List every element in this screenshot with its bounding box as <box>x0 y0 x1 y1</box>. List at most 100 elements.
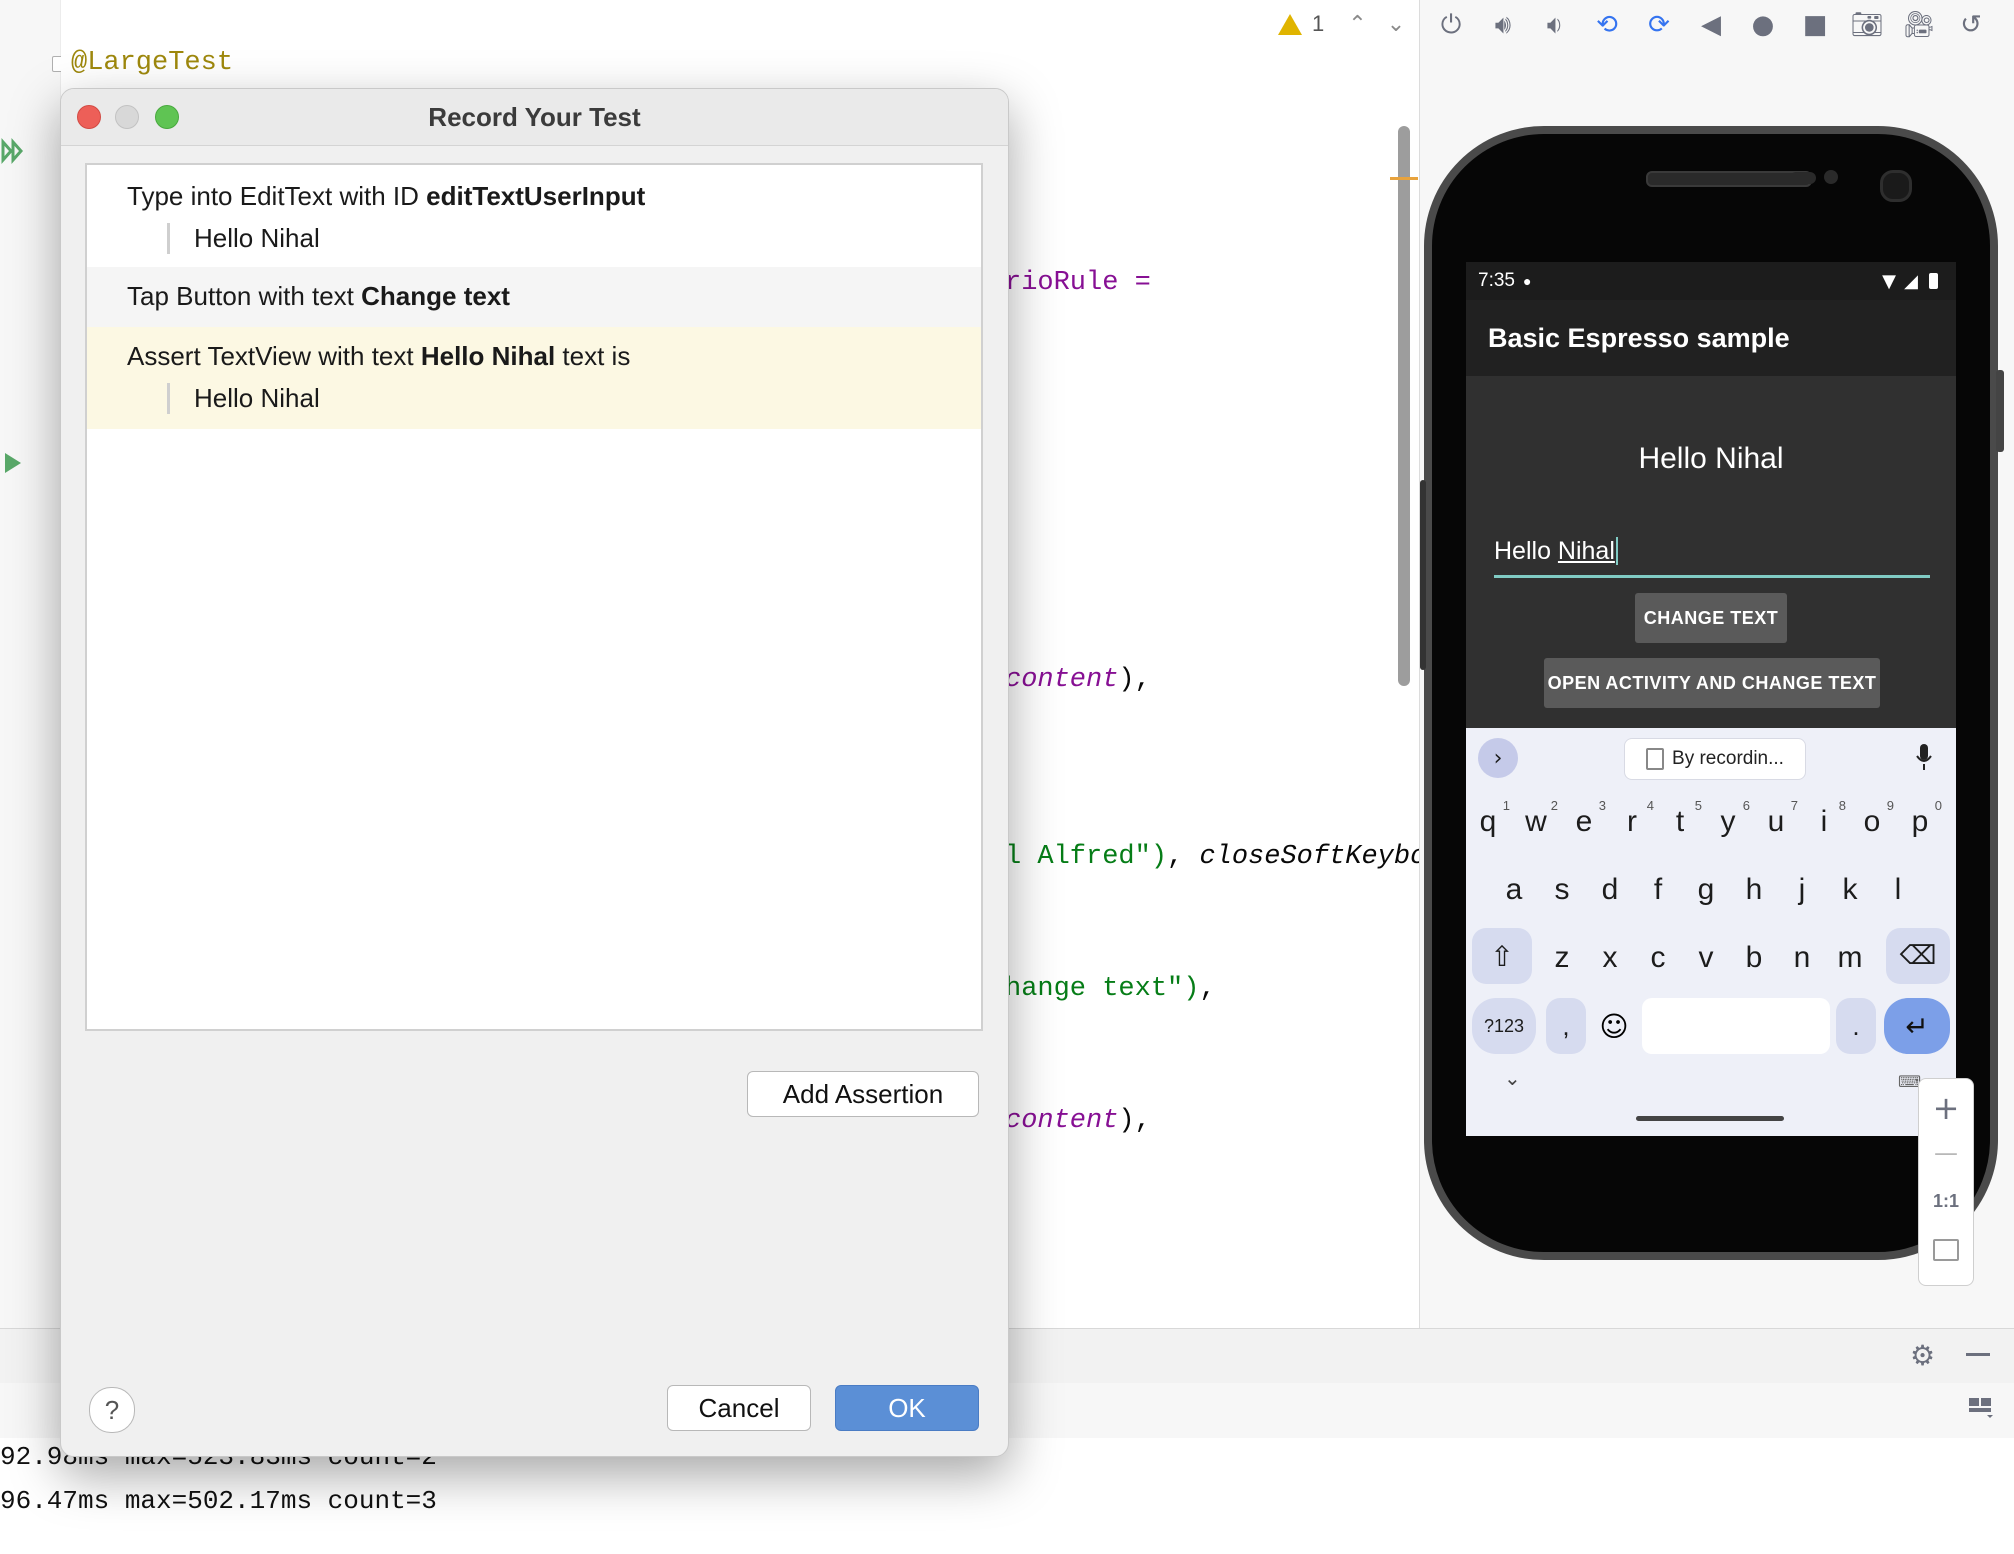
key-h[interactable]: h <box>1734 860 1774 920</box>
phone-camera <box>1880 170 1912 202</box>
key-o[interactable]: o9 <box>1852 792 1894 852</box>
key-a[interactable]: a <box>1494 860 1534 920</box>
zoom-controls: + — 1:1 <box>1918 1078 1974 1286</box>
screen-record-icon[interactable]: 🎥︎ <box>1900 7 1938 43</box>
key-u[interactable]: u7 <box>1756 792 1798 852</box>
run-test-icon[interactable] <box>2 450 24 476</box>
annotation-line: @LargeTest <box>71 48 234 78</box>
microphone-icon[interactable] <box>1914 740 1934 774</box>
add-assertion-button[interactable]: Add Assertion <box>747 1071 979 1117</box>
clipboard-suggestion[interactable]: By recordin... <box>1624 738 1806 780</box>
snapshot-icon[interactable]: ↺ <box>1952 7 1990 43</box>
step-target: editTextUserInput <box>426 181 646 211</box>
key-e[interactable]: e3 <box>1564 792 1606 852</box>
change-text-button[interactable]: CHANGE TEXT <box>1635 593 1787 643</box>
key-g[interactable]: g <box>1686 860 1726 920</box>
key-label: r <box>1627 805 1637 838</box>
key-label: o <box>1863 805 1881 838</box>
key-j[interactable]: j <box>1782 860 1822 920</box>
key-q[interactable]: q1 <box>1468 792 1510 852</box>
layout-options-icon[interactable] <box>1968 1397 1993 1418</box>
recorded-steps-list[interactable]: Type into EditText with ID editTextUserI… <box>85 163 983 1031</box>
shift-key[interactable]: ⇧ <box>1472 928 1532 984</box>
zoom-fit-icon[interactable] <box>1919 1239 1973 1265</box>
app-bar: Basic Espresso sample <box>1466 300 1956 376</box>
rotate-left-icon[interactable]: ⟲ <box>1588 7 1626 43</box>
symbols-key[interactable]: ?123 <box>1472 998 1536 1054</box>
space-key[interactable] <box>1642 998 1830 1054</box>
overview-icon[interactable]: ■ <box>1796 7 1834 43</box>
key-label: y <box>1720 805 1736 838</box>
gesture-nav-pill[interactable] <box>1636 1116 1784 1121</box>
status-time: 7:35 <box>1478 270 1515 291</box>
console-line: 96.47ms max=502.17ms count=3 <box>0 1486 437 1516</box>
key-label: p <box>1911 805 1929 838</box>
step-item-selected[interactable]: Assert TextView with text Hello Nihal te… <box>87 327 981 429</box>
open-activity-button[interactable]: OPEN ACTIVITY AND CHANGE TEXT <box>1544 658 1880 708</box>
back-icon[interactable]: ◀ <box>1692 7 1730 43</box>
editor-gutter <box>0 0 66 1328</box>
zoom-actual-size-icon[interactable]: 1:1 <box>1919 1191 1973 1212</box>
key-v[interactable]: v <box>1686 928 1726 988</box>
volume-up-icon[interactable]: 🔊︎ <box>1484 7 1522 43</box>
key-hint: 9 <box>1886 798 1894 813</box>
key-c[interactable]: c <box>1638 928 1678 988</box>
edit-text-user-input[interactable]: Hello Nihal <box>1494 537 1930 578</box>
more-icon[interactable]: » <box>2004 7 2014 43</box>
key-z[interactable]: z <box>1542 928 1582 988</box>
phone-speaker <box>1646 171 1812 187</box>
key-hint: 7 <box>1790 798 1798 813</box>
editor-scrollbar[interactable] <box>1398 126 1410 686</box>
key-n[interactable]: n <box>1782 928 1822 988</box>
chevron-up-icon[interactable]: ⌃ <box>1348 12 1366 37</box>
code-line-content-2: content), <box>1005 1106 1151 1136</box>
enter-key[interactable]: ↵ <box>1884 998 1950 1054</box>
emoji-icon[interactable]: ☺ <box>1590 998 1638 1054</box>
key-l[interactable]: l <box>1878 860 1918 920</box>
step-value: Hello Nihal <box>167 383 320 414</box>
ok-button[interactable]: OK <box>835 1385 979 1431</box>
chevron-down-icon[interactable]: ⌄ <box>1387 12 1405 37</box>
key-d[interactable]: d <box>1590 860 1630 920</box>
key-b[interactable]: b <box>1734 928 1774 988</box>
power-icon[interactable]: ⏻ <box>1432 7 1470 43</box>
zoom-out-icon[interactable]: — <box>1919 1139 1973 1167</box>
key-hint: 3 <box>1598 798 1606 813</box>
step-description: Tap Button with text <box>127 281 362 311</box>
key-k[interactable]: k <box>1830 860 1870 920</box>
key-t[interactable]: t5 <box>1660 792 1702 852</box>
key-s[interactable]: s <box>1542 860 1582 920</box>
key-p[interactable]: p0 <box>1900 792 1942 852</box>
rotate-right-icon[interactable]: ⟳ <box>1640 7 1678 43</box>
key-i[interactable]: i8 <box>1804 792 1846 852</box>
key-m[interactable]: m <box>1830 928 1870 988</box>
phone-side-button[interactable] <box>1420 480 1426 670</box>
run-all-tests-icon[interactable] <box>0 138 26 164</box>
step-item[interactable]: Tap Button with text Change text <box>87 267 981 327</box>
period-key[interactable]: . <box>1836 998 1876 1054</box>
scroll-marker <box>1390 177 1418 180</box>
home-icon[interactable]: ● <box>1744 7 1782 43</box>
key-x[interactable]: x <box>1590 928 1630 988</box>
screenshot-icon[interactable]: 📷︎ <box>1848 7 1886 43</box>
soft-keyboard[interactable]: › By recordin... q1w2e3r4t5y6u7i8o9p0 as… <box>1466 728 1956 1136</box>
key-y[interactable]: y6 <box>1708 792 1751 852</box>
collapse-keyboard-icon[interactable]: ⌄ <box>1504 1066 1521 1090</box>
cancel-button[interactable]: Cancel <box>667 1385 811 1431</box>
zoom-in-icon[interactable]: + <box>1919 1089 1973 1127</box>
comma-key[interactable]: , <box>1546 998 1586 1054</box>
expand-toolbar-icon[interactable]: › <box>1478 738 1518 778</box>
code-line-change-text: hange text"), <box>1005 974 1216 1004</box>
inspection-widget[interactable]: 1 ⌃ ⌄ <box>1278 8 1405 40</box>
volume-down-icon[interactable]: 🔉︎ <box>1536 7 1574 43</box>
key-r[interactable]: r4 <box>1612 792 1654 852</box>
minimize-icon[interactable] <box>1966 1353 1990 1356</box>
step-item[interactable]: Type into EditText with ID editTextUserI… <box>87 165 981 267</box>
phone-side-button[interactable] <box>1996 370 2004 452</box>
phone-screen[interactable]: 7:35 ● ▼ ◢ Basic Espresso sample Hello N… <box>1466 262 1956 1136</box>
key-f[interactable]: f <box>1638 860 1678 920</box>
key-w[interactable]: w2 <box>1516 792 1558 852</box>
settings-gear-icon[interactable]: ⚙ <box>1910 1339 1935 1372</box>
help-icon[interactable]: ? <box>89 1387 135 1433</box>
backspace-key[interactable]: ⌫ <box>1886 928 1950 984</box>
